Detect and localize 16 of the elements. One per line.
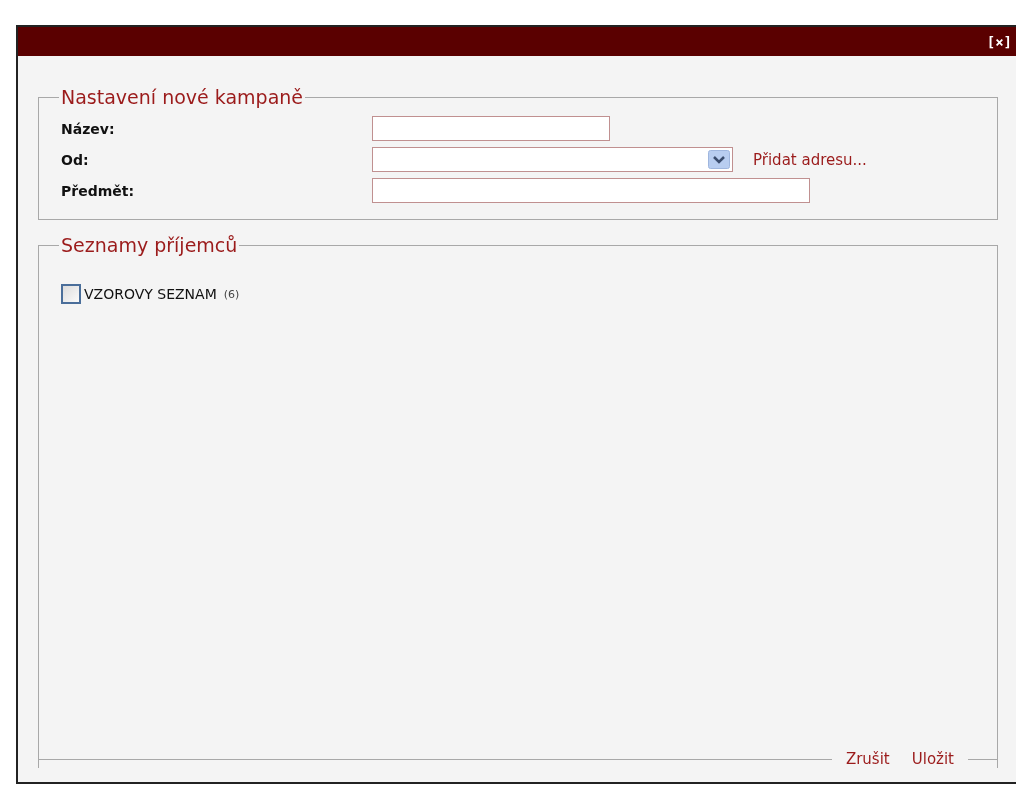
close-button[interactable]: [×] [986, 33, 1012, 50]
text-field[interactable] [372, 178, 810, 203]
group-title: Nastavení nové kampaně [60, 86, 305, 108]
list-count: (6) [223, 287, 240, 301]
field-label: Předmět: [61, 182, 136, 199]
group-title: Seznamy příjemců [60, 234, 239, 256]
field-label: Od: [61, 151, 90, 168]
field-label: Název: [61, 120, 116, 137]
add-address-link[interactable]: Přidat adresu... [753, 150, 867, 169]
from-dropdown[interactable] [372, 147, 733, 172]
save-button[interactable]: Uložit [911, 750, 954, 768]
text-field[interactable] [372, 116, 610, 141]
chevron-down-icon [708, 150, 730, 169]
checkbox[interactable] [61, 284, 81, 304]
cancel-button[interactable]: Zrušit [845, 750, 890, 768]
list-name: VZOROVY SEZNAM [84, 286, 217, 302]
